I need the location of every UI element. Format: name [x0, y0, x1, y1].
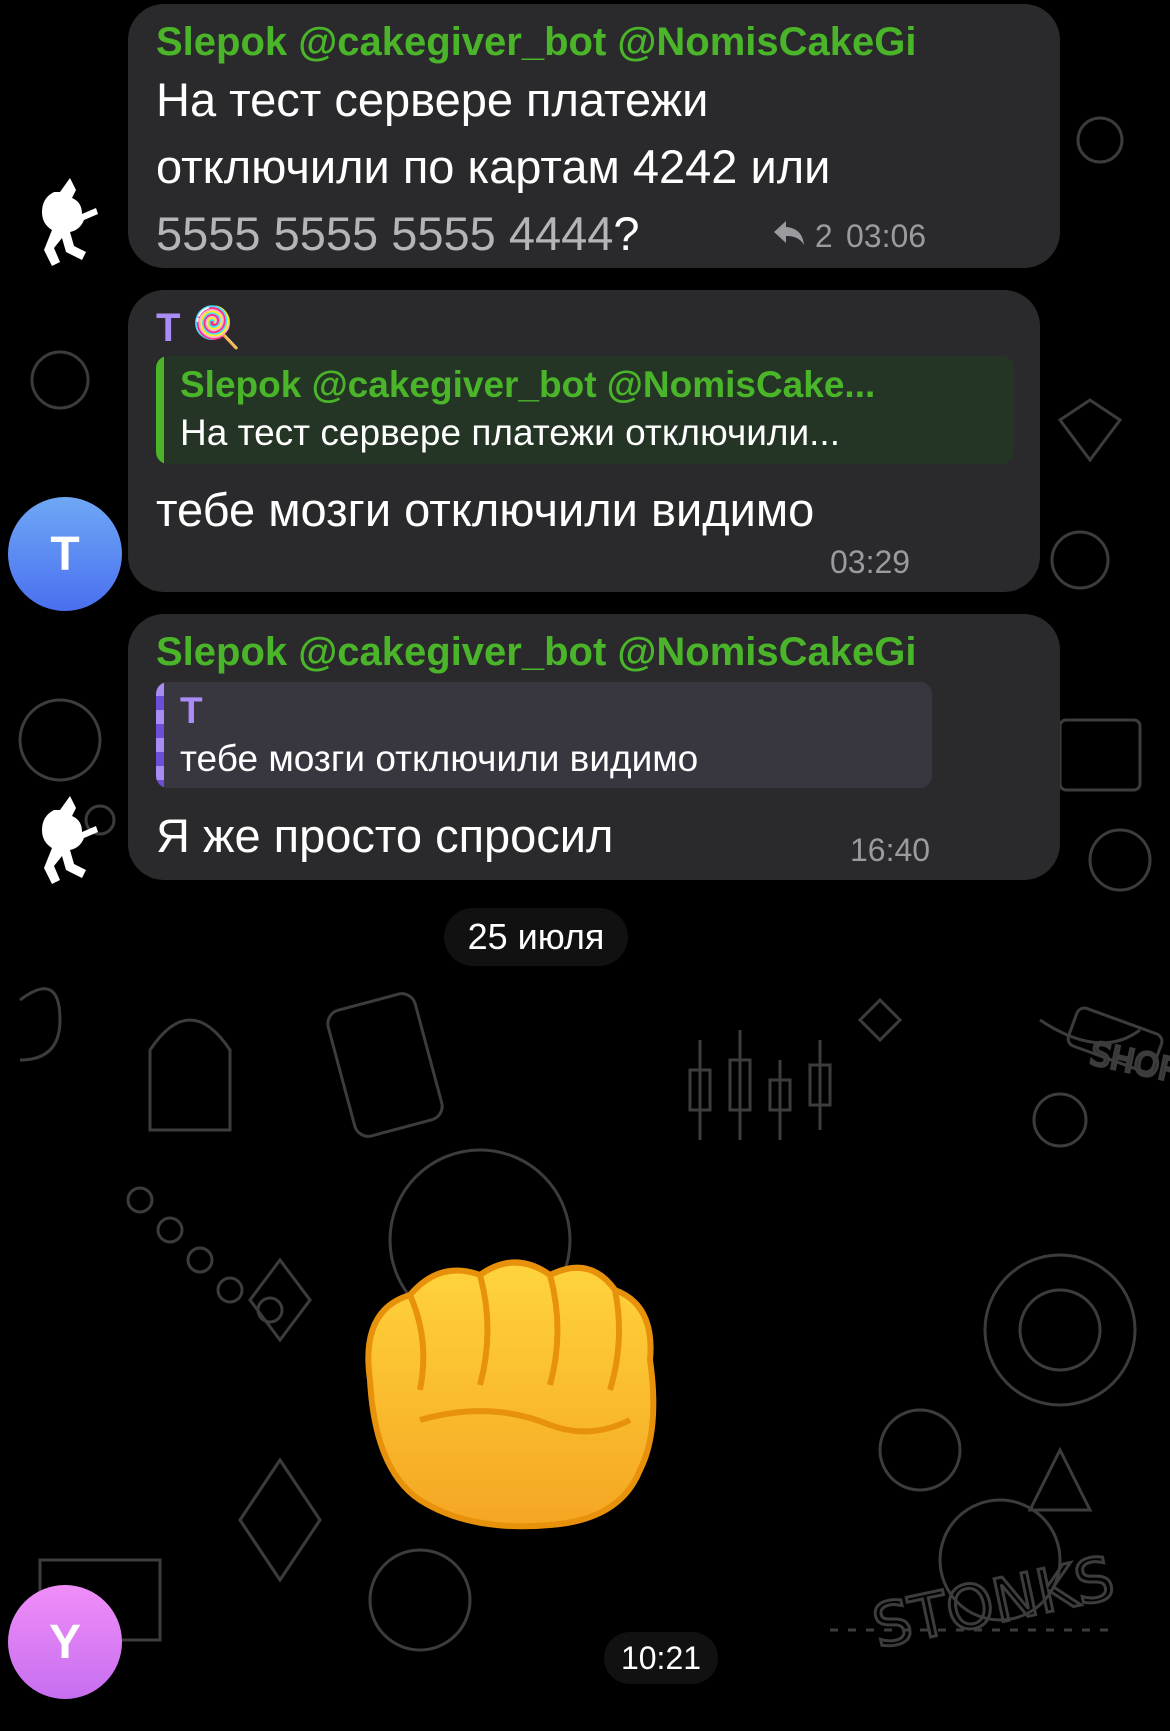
avatar-y[interactable]: Y	[8, 1585, 122, 1699]
quote-bar	[156, 356, 164, 464]
svg-text:SHORT: SHORT	[1087, 1034, 1170, 1094]
message-line: отключили по картам 4242 или	[156, 140, 831, 193]
message-line: На тест сервере платежи	[156, 73, 709, 126]
bot-avatar-icon[interactable]	[8, 168, 118, 278]
bot-avatar-icon[interactable]	[8, 786, 118, 896]
reply-quote[interactable]: Slepok @cakegiver_bot @NomisCake... На т…	[156, 356, 1014, 464]
sticker-time: 10:21	[604, 1632, 718, 1684]
quote-bar	[156, 682, 164, 788]
quote-text: На тест сервере платежи отключили...	[180, 412, 840, 453]
quote-text: тебе мозги отключили видимо	[180, 738, 699, 779]
reply-quote[interactable]: T тебе мозги отключили видимо	[156, 682, 932, 788]
fist-sticker-icon[interactable]	[350, 1250, 670, 1530]
replies-info[interactable]: 2	[772, 218, 833, 255]
message-time: 03:06	[846, 218, 927, 254]
avatar-t[interactable]: T	[8, 497, 122, 611]
card-number[interactable]: 5555 5555 5555 4444	[156, 207, 613, 260]
svg-text:STONKS: STONKS	[867, 1543, 1120, 1662]
quote-sender: Slepok @cakegiver_bot @NomisCake...	[180, 364, 876, 405]
lollipop-emoji: 🍭	[191, 306, 242, 350]
date-separator: 25 июля	[444, 908, 628, 966]
message-time: 16:40	[850, 832, 931, 868]
sender-name[interactable]: Slepok @cakegiver_bot @NomisCakeGi...	[156, 20, 916, 65]
sender-name[interactable]: Slepok @cakegiver_bot @NomisCakeGi...	[156, 630, 916, 675]
message-text: тебе мозги отключили видимо	[156, 483, 815, 536]
replies-count: 2	[814, 218, 833, 254]
message-time: 03:29	[830, 544, 911, 580]
message-text: Я же просто спросил	[156, 809, 614, 862]
sender-name[interactable]: T 🍭	[156, 304, 241, 351]
quote-sender: T	[180, 690, 203, 731]
reply-arrow-icon	[772, 218, 815, 254]
